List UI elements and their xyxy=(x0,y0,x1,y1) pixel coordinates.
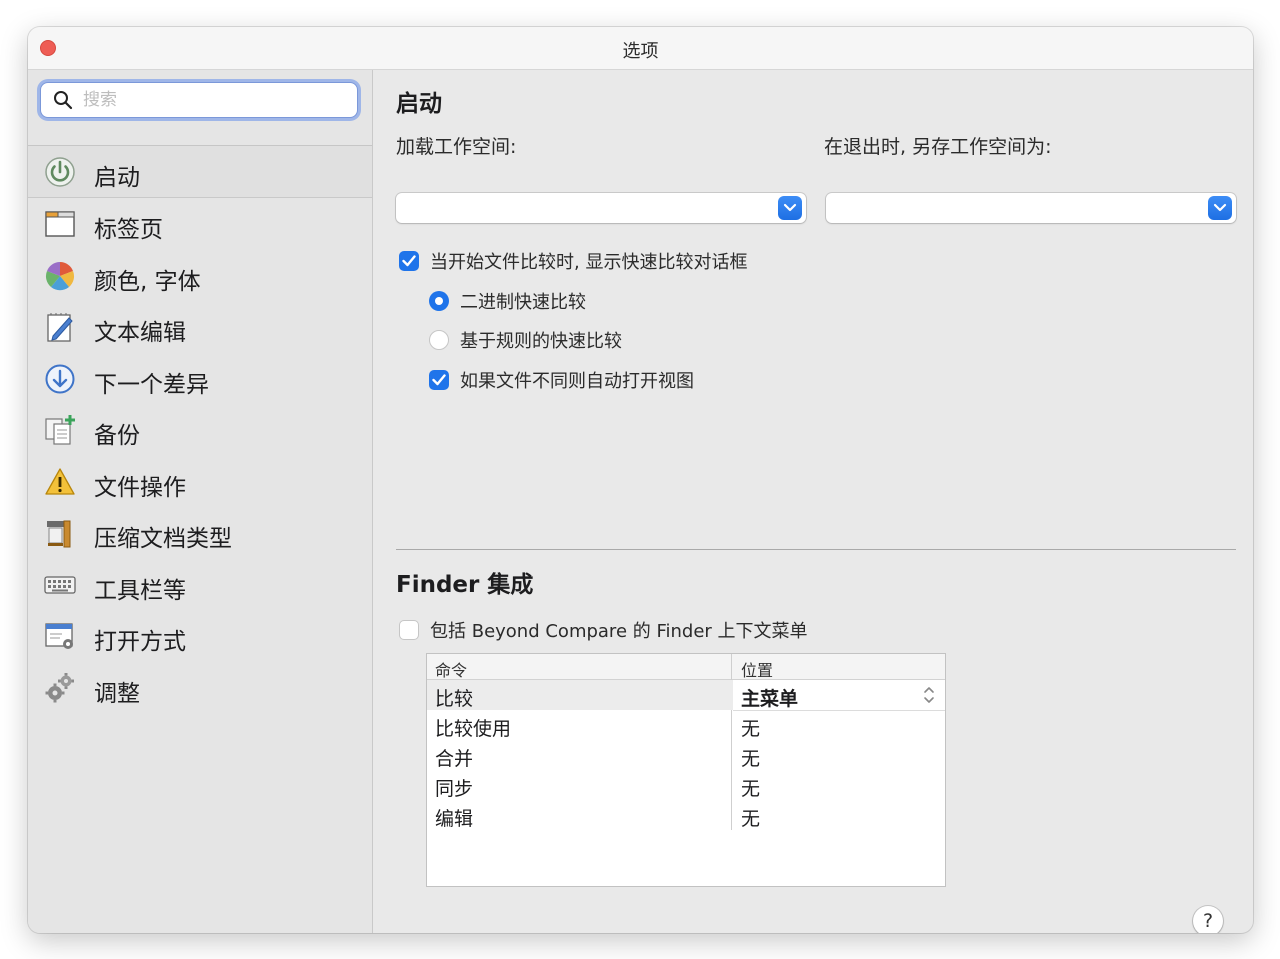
sidebar-item-label: 文件操作 xyxy=(94,475,186,501)
location-cell: 无 xyxy=(741,808,761,830)
sidebar-item-archive-types[interactable]: 压缩文档类型 xyxy=(28,507,372,558)
keyboard-icon xyxy=(44,576,76,594)
command-cell: 编辑 xyxy=(435,808,474,830)
sidebar-item-open-with[interactable]: 打开方式 xyxy=(28,610,372,661)
table-row[interactable]: 比较使用 无 xyxy=(427,710,945,740)
down-arrow-circle-icon xyxy=(45,364,75,394)
location-cell: 主菜单 xyxy=(741,688,799,710)
tabs-icon xyxy=(45,211,75,237)
title-bar: 选项 xyxy=(28,27,1253,70)
column-header-location[interactable]: 位置 xyxy=(741,657,773,681)
show-quick-compare-row[interactable]: 当开始文件比较时, 显示快速比较对话框 xyxy=(399,248,747,274)
command-cell: 同步 xyxy=(435,778,474,800)
sidebar-item-file-operations[interactable]: 文件操作 xyxy=(28,456,372,507)
warning-icon xyxy=(45,468,75,495)
gears-icon xyxy=(45,673,74,703)
save-workspace-label: 在退出时, 另存工作空间为: xyxy=(824,136,1052,158)
sidebar-item-next-difference[interactable]: 下一个差异 xyxy=(28,353,372,404)
sidebar-item-tweaks[interactable]: 调整 xyxy=(28,662,372,713)
sidebar-item-startup[interactable]: 启动 xyxy=(28,146,372,198)
color-wheel-icon xyxy=(45,262,75,291)
column-header-command[interactable]: 命令 xyxy=(435,657,467,681)
rules-quick-compare-radio[interactable] xyxy=(429,330,449,350)
search-icon xyxy=(54,91,73,110)
command-cell: 合并 xyxy=(435,748,474,770)
startup-section-title: 启动 xyxy=(396,91,442,117)
sidebar-item-label: 文本编辑 xyxy=(94,320,186,346)
sidebar-item-label: 下一个差异 xyxy=(94,372,209,398)
finder-commands-table: 命令 位置 比较 主菜单 比较使用 无 合并 无 同步 无 编辑 无 xyxy=(426,653,946,887)
include-finder-menu-label: 包括 Beyond Compare 的 Finder 上下文菜单 xyxy=(430,621,808,642)
sidebar-item-backup[interactable]: 备份 xyxy=(28,404,372,455)
search-field[interactable] xyxy=(40,82,358,118)
open-with-icon xyxy=(45,623,73,649)
sidebar-item-toolbars[interactable]: 工具栏等 xyxy=(28,559,372,610)
save-workspace-popup[interactable] xyxy=(826,193,1236,223)
rules-quick-compare-row[interactable]: 基于规则的快速比较 xyxy=(429,327,622,353)
settings-panel: 启动 加载工作空间: 在退出时, 另存工作空间为: 当开始文件比较时, 显示快速… xyxy=(373,70,1253,933)
show-quick-compare-checkbox[interactable] xyxy=(399,251,419,271)
binary-quick-compare-radio[interactable] xyxy=(429,291,449,311)
rules-quick-compare-label: 基于规则的快速比较 xyxy=(460,331,622,352)
stepper-arrows-icon[interactable] xyxy=(923,685,935,705)
chevron-down-icon[interactable] xyxy=(778,196,802,220)
show-quick-compare-label: 当开始文件比较时, 显示快速比较对话框 xyxy=(430,252,748,273)
auto-open-view-checkbox[interactable] xyxy=(429,370,449,390)
table-row[interactable]: 编辑 无 xyxy=(427,800,945,830)
section-divider xyxy=(396,549,1236,550)
pencil-notepad-icon xyxy=(47,313,73,342)
table-row[interactable]: 合并 无 xyxy=(427,740,945,770)
location-cell: 无 xyxy=(741,718,761,740)
backup-documents-icon xyxy=(45,415,75,445)
sidebar-item-label: 调整 xyxy=(94,681,140,707)
checkmark-icon xyxy=(402,255,416,267)
command-cell: 比较 xyxy=(435,688,474,710)
table-header: 命令 位置 xyxy=(427,654,945,680)
sidebar-item-label: 标签页 xyxy=(94,217,163,243)
sidebar-item-label: 颜色, 字体 xyxy=(94,269,201,295)
archive-clamp-icon xyxy=(47,520,71,548)
power-icon xyxy=(45,157,75,187)
sidebar-item-colors-fonts[interactable]: 颜色, 字体 xyxy=(28,250,372,301)
include-finder-menu-checkbox[interactable] xyxy=(399,620,419,640)
help-button[interactable]: ? xyxy=(1193,906,1223,933)
binary-quick-compare-row[interactable]: 二进制快速比较 xyxy=(429,288,586,314)
sidebar: 启动 标签页 颜色, 字体 xyxy=(28,70,373,933)
load-workspace-label: 加载工作空间: xyxy=(396,136,517,158)
sidebar-item-label: 压缩文档类型 xyxy=(94,526,232,552)
window-title: 选项 xyxy=(622,41,659,62)
sidebar-item-text-editing[interactable]: 文本编辑 xyxy=(28,301,372,352)
load-workspace-popup[interactable] xyxy=(396,193,806,223)
sidebar-item-tabs[interactable]: 标签页 xyxy=(28,198,372,249)
sidebar-item-label: 打开方式 xyxy=(94,629,186,655)
table-row[interactable]: 比较 主菜单 xyxy=(427,680,945,711)
auto-open-view-row[interactable]: 如果文件不同则自动打开视图 xyxy=(429,367,694,393)
binary-quick-compare-label: 二进制快速比较 xyxy=(460,292,586,313)
options-window: 选项 启动 标签页 xyxy=(28,27,1253,933)
search-input[interactable] xyxy=(83,89,343,111)
chevron-down-icon[interactable] xyxy=(1208,196,1232,220)
sidebar-item-label: 备份 xyxy=(94,423,140,449)
location-stepper[interactable]: 主菜单 xyxy=(733,680,945,711)
location-cell: 无 xyxy=(741,778,761,800)
finder-section-title: Finder 集成 xyxy=(396,572,534,598)
sidebar-item-label: 工具栏等 xyxy=(94,578,186,604)
table-row[interactable]: 同步 无 xyxy=(427,770,945,800)
location-cell: 无 xyxy=(741,748,761,770)
sidebar-item-label: 启动 xyxy=(94,165,140,191)
auto-open-view-label: 如果文件不同则自动打开视图 xyxy=(460,371,694,392)
include-finder-menu-row[interactable]: 包括 Beyond Compare 的 Finder 上下文菜单 xyxy=(399,617,808,643)
command-cell: 比较使用 xyxy=(435,718,512,740)
checkmark-icon xyxy=(432,374,446,386)
